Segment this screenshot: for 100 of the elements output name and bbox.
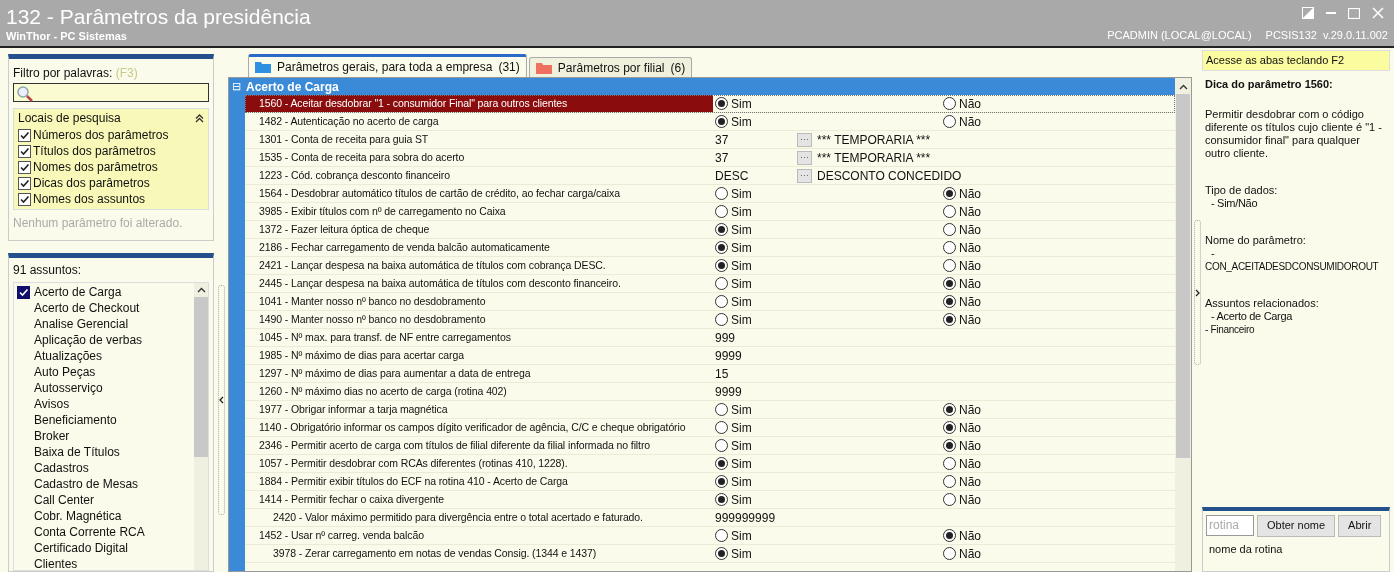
radio-button[interactable] (715, 115, 728, 128)
radio-button[interactable] (943, 187, 956, 200)
parameter-label[interactable]: 1452 - Usar nº carreg. venda balcão (245, 527, 424, 544)
scrollbar[interactable] (1175, 78, 1191, 571)
radio-button[interactable] (715, 493, 728, 506)
subject-item[interactable]: Aplicação de verbas (34, 331, 143, 349)
radio-button[interactable] (715, 295, 728, 308)
radio-button[interactable] (943, 259, 956, 272)
parameter-label[interactable]: 1564 - Desdobrar automático títulos de cartão de crédito, ao fechar carga/caixa (245, 185, 620, 202)
scroll-up-icon[interactable] (1178, 84, 1188, 90)
radio-button[interactable] (715, 547, 728, 560)
parameter-label[interactable]: 1535 - Conta de receita para sobra do acerto (245, 149, 465, 166)
action-button[interactable]: Abrir (1338, 514, 1382, 537)
checkbox[interactable] (18, 160, 31, 174)
radio-button[interactable] (715, 475, 728, 488)
collapse-glyph[interactable]: ⊟ (232, 81, 241, 92)
radio-button[interactable] (943, 205, 956, 218)
radio-button[interactable] (715, 187, 728, 200)
collapse-icon[interactable] (195, 113, 204, 123)
tab[interactable]: Parâmetros gerais, para toda a empresa (31) (248, 54, 527, 77)
lookup-button[interactable]: ··· (797, 150, 812, 165)
radio-button[interactable] (943, 475, 956, 488)
parameter-label[interactable]: 1482 - Autenticação no acerto de carga (245, 113, 439, 130)
radio-button[interactable] (715, 259, 728, 272)
checkbox[interactable] (18, 144, 31, 158)
subject-item[interactable]: Cobr. Magnética (34, 507, 122, 525)
subject-item[interactable]: Clientes (34, 555, 78, 570)
radio-button[interactable] (943, 277, 956, 290)
subject-item[interactable]: Cadastro de Mesas (34, 475, 139, 493)
radio-button[interactable] (943, 115, 956, 128)
radio-button[interactable] (943, 457, 956, 470)
radio-button[interactable] (943, 313, 956, 326)
scroll-up-icon[interactable] (196, 287, 206, 293)
parameter-label[interactable]: 2421 - Lançar despesa na baixa automática de títulos com cobrança DESC. (245, 257, 606, 274)
subject-item[interactable]: Acerto de Checkout (34, 299, 140, 317)
subject-item[interactable]: Beneficiamento (34, 411, 117, 429)
radio-button[interactable] (715, 457, 728, 470)
radio-button[interactable] (943, 295, 956, 308)
subject-item[interactable]: Call Center (34, 491, 95, 509)
checkbox[interactable] (18, 176, 31, 190)
parameter-label[interactable]: 1140 - Obrigatório informar os campos dígito verificador de agência, C/C e cheque obrigatório (245, 419, 686, 436)
subject-item[interactable]: Autosserviço (34, 379, 103, 397)
parameter-label[interactable]: 1414 - Permitir fechar o caixa divergente (245, 491, 444, 508)
radio-button[interactable] (943, 421, 956, 434)
subject-item[interactable]: Avisos (34, 395, 70, 413)
radio-button[interactable] (715, 421, 728, 434)
radio-button[interactable] (715, 439, 728, 452)
checkbox[interactable] (17, 285, 30, 299)
radio-button[interactable] (715, 403, 728, 416)
lookup-button[interactable]: ··· (797, 132, 812, 147)
subject-item[interactable]: Broker (34, 427, 70, 445)
parameter-label[interactable]: 1985 - Nº máximo de dias para acertar carga (245, 347, 464, 364)
parameter-label[interactable]: 3985 - Exibir títulos com nº de carregamento no Caixa (245, 203, 506, 220)
radio-button[interactable] (715, 277, 728, 290)
subject-item[interactable]: Baixa de Títulos (34, 443, 120, 461)
checkbox[interactable] (18, 128, 31, 142)
checkbox[interactable] (18, 192, 31, 206)
radio-button[interactable] (715, 529, 728, 542)
parameter-label[interactable]: 1260 - Nº máximo dias no acerto de carga (rotina 402) (245, 383, 507, 400)
parameter-label[interactable]: 2420 - Valor máximo permitido para divergência entre o total acertado e faturado. (245, 509, 643, 526)
filter-input[interactable] (13, 83, 209, 102)
radio-button[interactable] (715, 97, 728, 110)
parameter-label[interactable]: 1041 - Manter nosso nº banco no desdobramento (245, 293, 486, 310)
parameter-label[interactable]: 1301 - Conta de receita para guia ST (245, 131, 429, 148)
parameter-label[interactable]: 1372 - Fazer leitura óptica de cheque (245, 221, 430, 238)
parameter-label[interactable]: 2186 - Fechar carregamento de venda balcão automaticamente (245, 239, 550, 256)
radio-button[interactable] (943, 439, 956, 452)
parameter-label[interactable]: 1297 - Nº máximo de dias para aumentar a data de entrega (245, 365, 531, 382)
radio-button[interactable] (715, 241, 728, 254)
subject-item[interactable]: Acerto de Carga (34, 283, 122, 301)
subject-item[interactable]: Auto Peças (34, 363, 96, 381)
parameter-label[interactable]: 1045 - Nº max. para transf. de NF entre carregamentos (245, 329, 511, 346)
subject-item[interactable]: Conta Corrente RCA (34, 523, 145, 541)
parameter-label[interactable]: 1490 - Manter nosso nº banco no desdobramento (245, 311, 486, 328)
parameter-label[interactable]: 1977 - Obrigar informar a tarja magnética (245, 401, 448, 418)
radio-button[interactable] (943, 403, 956, 416)
radio-button[interactable] (943, 97, 956, 110)
action-button[interactable]: Obter nome (1257, 514, 1336, 537)
parameter-label[interactable]: 2346 - Permitir acerto de carga com títulos de filial diferente da filial informada no filtro (245, 437, 651, 454)
radio-button[interactable] (943, 529, 956, 542)
subject-item[interactable]: Analise Gerencial (34, 315, 129, 333)
scrollbar[interactable] (194, 283, 208, 570)
subject-item[interactable]: Atualizações (34, 347, 103, 365)
radio-button[interactable] (943, 493, 956, 506)
parameter-label[interactable]: 1884 - Permitir exibir títulos do ECF na rotina 410 - Acerto de Carga (245, 473, 568, 490)
radio-button[interactable] (715, 313, 728, 326)
subject-item[interactable]: Cadastros (34, 459, 89, 477)
subject-item[interactable]: Certificado Digital (34, 539, 129, 557)
routine-input[interactable]: rotina (1206, 514, 1254, 536)
parameter-label[interactable]: 1057 - Permitir desdobrar com RCAs diferentes (rotinas 410, 1228). (245, 455, 568, 472)
lookup-button[interactable]: ··· (797, 168, 812, 183)
parameter-label[interactable]: 1223 - Cód. cobrança desconto financeiro (245, 167, 450, 184)
radio-button[interactable] (943, 547, 956, 560)
radio-button[interactable] (715, 223, 728, 236)
parameter-label[interactable]: 3978 - Zerar carregamento em notas de vendas Consig. (1344 e 1437) (245, 545, 597, 562)
radio-button[interactable] (715, 205, 728, 218)
radio-button[interactable] (943, 241, 956, 254)
parameter-label[interactable]: 2445 - Lançar despesa na baixa automática de títulos com desconto financeiro. (245, 275, 621, 292)
tab[interactable]: Parâmetros por filial (6) (528, 57, 693, 77)
radio-button[interactable] (943, 223, 956, 236)
